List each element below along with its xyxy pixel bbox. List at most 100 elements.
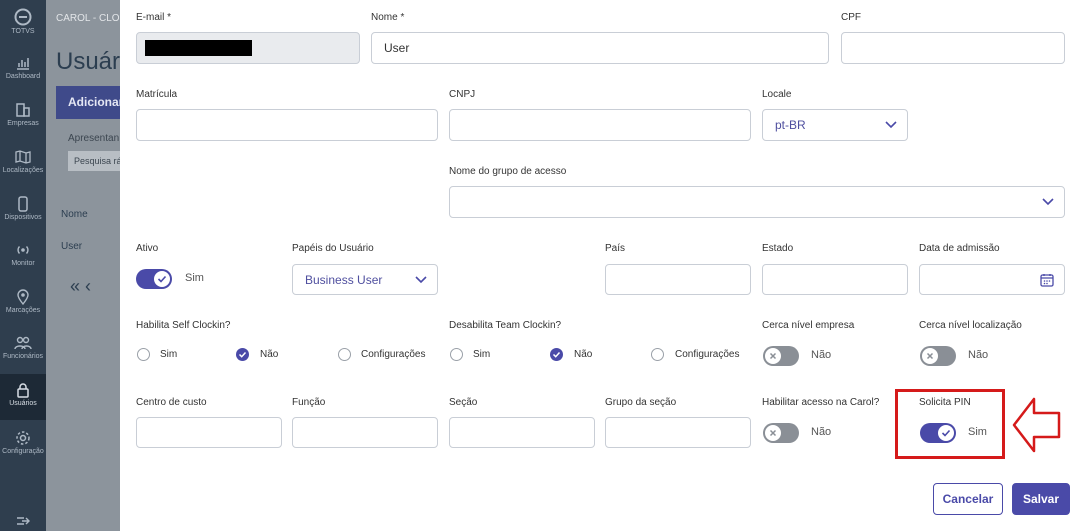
broadcast-icon (17, 246, 29, 254)
chevron-down-icon (1042, 198, 1054, 206)
secao-field[interactable] (449, 417, 595, 448)
pagination[interactable]: « ‹ (70, 276, 91, 297)
fence-location-text: Não (968, 349, 989, 361)
self-clockin-option-label: Sim (160, 349, 178, 360)
locale-label: Locale (762, 89, 792, 100)
check-icon (238, 351, 247, 358)
sidebar-item-funcionarios[interactable]: Funcionários (0, 335, 46, 360)
fence-company-text: Não (811, 349, 832, 361)
brand-label: TOTVS (11, 28, 35, 35)
cost-center-label: Centro de custo (136, 397, 207, 408)
funcao-field[interactable] (292, 417, 438, 448)
map-icon (15, 150, 31, 164)
location-pin-icon (17, 289, 29, 305)
locale-select[interactable]: pt-BR (762, 109, 908, 141)
team-clockin-option-label: Configurações (675, 349, 740, 360)
team-clockin-radio-sim[interactable] (450, 348, 463, 361)
page-title: Usuár (56, 48, 120, 75)
chevron-down-icon (885, 121, 897, 129)
background-page-overlay[interactable]: CAROL - CLO Usuár Adicionar Apresentan P… (46, 0, 120, 531)
cpf-field[interactable] (841, 32, 1065, 64)
sidebar-item-label: Funcionários (2, 353, 44, 360)
building-icon (16, 103, 30, 117)
section-group-field[interactable] (605, 417, 751, 448)
roles-select[interactable]: Business User (292, 264, 438, 295)
toggle-knob (154, 271, 170, 287)
redacted-email (145, 40, 252, 56)
cancel-button[interactable]: Cancelar (933, 483, 1003, 515)
sidebar-item-label: Marcações (5, 307, 41, 314)
name-label: Nome * (371, 12, 405, 23)
sidebar-item-label: Dispositivos (4, 214, 42, 221)
quick-search-chip[interactable]: Pesquisa rápi (68, 151, 120, 171)
estado-field[interactable] (762, 264, 908, 295)
access-group-select[interactable] (449, 186, 1065, 218)
close-icon (926, 352, 934, 360)
calendar-icon[interactable] (1040, 273, 1054, 287)
admission-date-field[interactable] (919, 264, 1065, 295)
close-icon (769, 429, 777, 437)
sidebar-item-label: Configuração (2, 448, 44, 455)
save-button[interactable]: Salvar (1012, 483, 1070, 515)
self-clockin-option-label: Não (260, 349, 279, 360)
toggle-knob (765, 348, 781, 364)
add-user-button[interactable]: Adicionar (56, 86, 120, 119)
bar-chart-icon (17, 58, 29, 70)
close-icon (769, 352, 777, 360)
sidebar-item-label: Monitor (11, 260, 35, 267)
ativo-text: Sim (185, 272, 204, 284)
sidebar-item-dispositivos[interactable]: Dispositivos (0, 196, 46, 221)
toggle-knob (922, 348, 938, 364)
name-field[interactable]: User (371, 32, 829, 64)
self-clockin-radio-sim[interactable] (137, 348, 150, 361)
sidebar-item-empresas[interactable]: Empresas (0, 102, 46, 127)
sidebar-collapse-button[interactable] (0, 515, 46, 529)
show-label: Apresentan (68, 133, 120, 144)
sidebar-item-marcacoes[interactable]: Marcações (0, 289, 46, 314)
expand-arrow-icon (17, 517, 30, 525)
cost-center-field[interactable] (136, 417, 282, 448)
cnpj-label: CNPJ (449, 89, 476, 100)
cnpj-field[interactable] (449, 109, 751, 141)
sidebar-item-monitor[interactable]: Monitor (0, 242, 46, 267)
roles-label: Papéis do Usuário (292, 243, 374, 254)
table-header-name[interactable]: Nome (61, 209, 88, 220)
cpf-label: CPF (841, 12, 861, 23)
pais-label: País (605, 243, 626, 254)
fence-location-toggle[interactable] (920, 346, 956, 366)
table-row[interactable]: User (61, 241, 82, 252)
pais-field[interactable] (605, 264, 751, 295)
sidebar-item-label: Usuários (9, 400, 37, 407)
fence-company-toggle[interactable] (763, 346, 799, 366)
sidebar-item-dashboard[interactable]: Dashboard (0, 55, 46, 80)
team-clockin-option-label: Sim (473, 349, 491, 360)
self-clockin-option-label: Configurações (361, 349, 426, 360)
self-clockin-radio-config[interactable] (338, 348, 351, 361)
check-icon (552, 351, 561, 358)
check-icon (157, 275, 167, 283)
email-field[interactable] (136, 32, 360, 64)
team-clockin-radio-nao[interactable] (550, 348, 563, 361)
carol-access-toggle[interactable] (763, 423, 799, 443)
sidebar-item-usuarios[interactable]: Usuários (0, 374, 46, 420)
access-group-label: Nome do grupo de acesso (449, 166, 567, 177)
sidebar-item-configuracao[interactable]: Configuração (0, 430, 46, 455)
user-form-modal: E-mail * Nome * User CPF Matrícula CNPJ … (120, 0, 1079, 531)
ativo-toggle[interactable] (136, 269, 172, 289)
matricula-label: Matrícula (136, 89, 178, 100)
gear-icon (16, 431, 30, 445)
team-clockin-option-label: Não (574, 349, 593, 360)
sidebar-item-localizacoes[interactable]: Localizações (0, 149, 46, 174)
totvs-logo-icon (14, 8, 32, 26)
brand-logo[interactable]: TOTVS (0, 8, 46, 35)
secao-label: Seção (449, 397, 478, 408)
locale-value: pt-BR (775, 118, 806, 132)
section-group-label: Grupo da seção (605, 397, 677, 408)
self-clockin-radio-nao[interactable] (236, 348, 249, 361)
team-clockin-radio-config[interactable] (651, 348, 664, 361)
phone-icon (18, 196, 28, 212)
sidebar-item-label: Localizações (2, 167, 44, 174)
matricula-field[interactable] (136, 109, 438, 141)
self-clockin-label: Habilita Self Clockin? (136, 320, 231, 331)
fence-location-label: Cerca nível localização (919, 320, 1022, 331)
